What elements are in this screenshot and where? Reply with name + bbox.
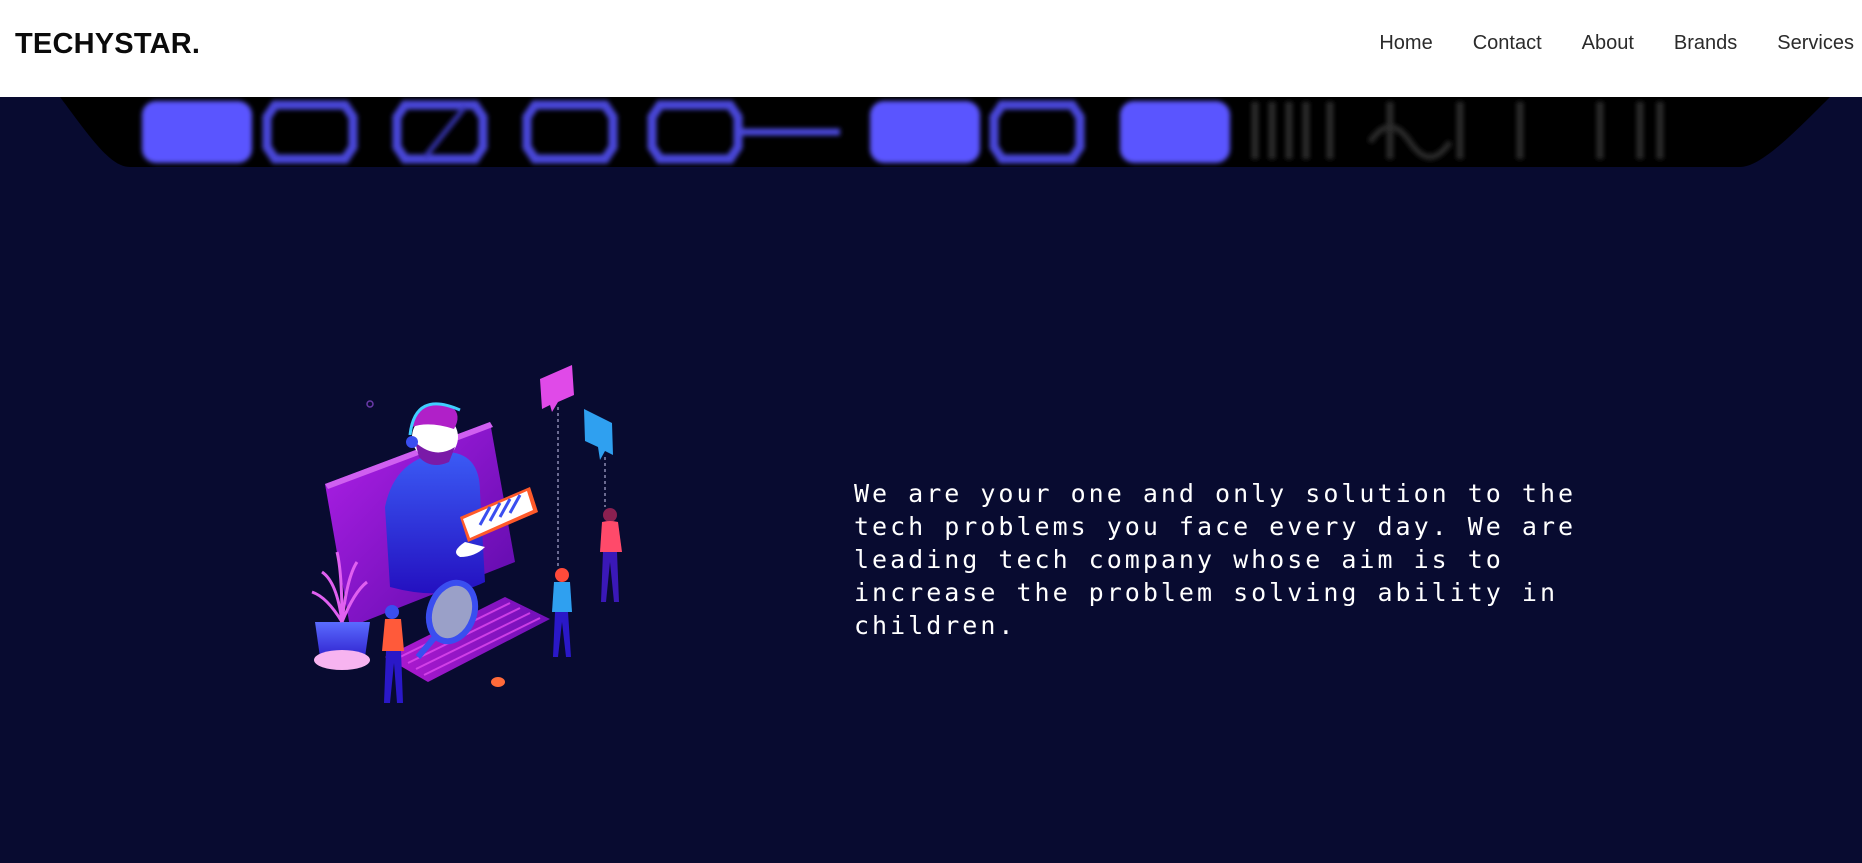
- nav-brands-link[interactable]: Brands: [1674, 32, 1737, 55]
- brand-logo[interactable]: TECHYSTAR.: [15, 28, 200, 61]
- intro-paragraph: We are your one and only solution to the…: [854, 479, 1577, 640]
- figure-right: [600, 508, 622, 602]
- banner-graphic: [0, 97, 1862, 177]
- main-nav: Home Contact About Brands Services: [1339, 32, 1854, 55]
- figure-middle: [552, 568, 572, 657]
- nav-contact-link[interactable]: Contact: [1473, 32, 1542, 55]
- support-agent-illustration: [311, 365, 622, 703]
- nav-services-link[interactable]: Services: [1777, 32, 1854, 55]
- decorative-banner-image: [0, 97, 1862, 177]
- hero-section: We are your one and only solution to the…: [0, 177, 1862, 863]
- nav-about-link[interactable]: About: [1582, 32, 1634, 55]
- top-navbar: TECHYSTAR. Home Contact About Brands Ser…: [0, 0, 1862, 97]
- figure-left: [382, 605, 404, 703]
- nav-home-link[interactable]: Home: [1379, 32, 1432, 55]
